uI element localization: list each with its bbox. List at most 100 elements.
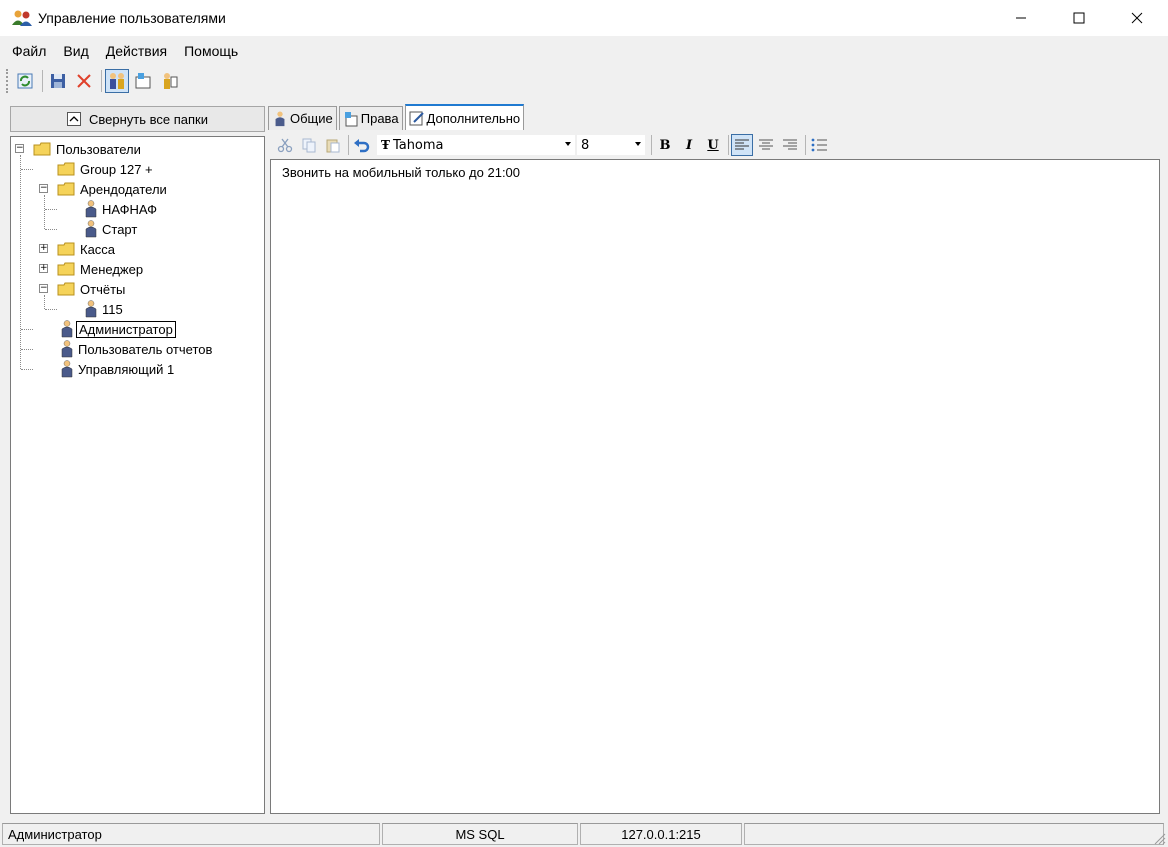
folder-icon [57,242,75,256]
underline-button[interactable]: U [702,134,724,156]
bold-button[interactable]: B [654,134,676,156]
tree-line [21,329,33,330]
toolbar-grip[interactable] [6,69,9,93]
tab-general[interactable]: Общие [268,106,337,130]
resize-grip-icon[interactable] [1152,831,1166,845]
status-current-user: Администратор [2,823,380,845]
notes-editor[interactable]: Звонить на мобильный только до 21:00 [270,159,1160,814]
toolbar-separator [728,135,729,155]
format-toolbar: Ŧ Tahoma 8 B I U [270,131,1160,159]
tree-line [21,169,33,170]
status-bar: Администратор MS SQL 127.0.0.1:215 [0,821,1168,847]
new-user-icon [164,73,178,89]
status-server: 127.0.0.1:215 [580,823,742,845]
chevron-down-icon [635,142,641,146]
user-icon [61,360,73,378]
close-button[interactable] [1108,0,1166,36]
save-button[interactable] [46,69,70,93]
delete-icon [77,74,91,88]
tree-node-otchety[interactable]: Отчёты [57,280,127,298]
new-group-button[interactable] [131,69,155,93]
align-left-button[interactable] [731,134,753,156]
tab-additional[interactable]: Дополнительно [404,104,525,130]
tree-node-menedzher[interactable]: Менеджер [57,260,145,278]
menu-file[interactable]: Файл [0,40,54,62]
tab-label: Общие [290,111,333,126]
title-bar: Управление пользователями [0,0,1168,36]
tree-node-arendodateli[interactable]: Арендодатели [57,180,169,198]
tree-node-report-user[interactable]: Пользователь отчетов [61,340,214,358]
menu-bar: Файл Вид Действия Помощь [0,40,1168,62]
paste-icon [326,139,340,153]
tab-label: Дополнительно [426,110,521,126]
new-user-button[interactable] [157,69,181,93]
tree-node-start[interactable]: Старт [85,220,139,238]
italic-button[interactable]: I [678,134,700,156]
tree-node-115[interactable]: 115 [85,300,125,318]
tree-line [44,195,45,229]
delete-button[interactable] [72,69,96,93]
paste-button[interactable] [322,134,344,156]
copy-button[interactable] [298,134,320,156]
bullet-list-button[interactable] [808,134,830,156]
menu-help[interactable]: Помощь [175,40,246,62]
refresh-button[interactable] [13,69,37,93]
tree-node-label: Пользователи [56,141,141,157]
tree-node-users-root[interactable]: Пользователи [33,140,143,158]
users-view-button[interactable] [105,69,129,93]
status-database: MS SQL [382,823,578,845]
expand-toggle[interactable]: + [39,244,48,253]
folder-icon [57,182,75,196]
scissors-icon [277,138,293,153]
users-app-icon [12,10,32,26]
minimize-icon [1016,17,1026,19]
bold-label: B [659,137,671,153]
user-icon [275,110,285,126]
collapse-toggle[interactable]: − [39,184,48,193]
font-name-select[interactable]: Ŧ Tahoma [377,135,575,155]
align-left-icon [735,139,749,150]
font-size-select[interactable]: 8 [577,135,645,155]
tree-node-label: Администратор [76,320,176,338]
tree-line [45,309,57,310]
menu-actions[interactable]: Действия [97,40,175,62]
folder-icon [57,262,75,276]
folder-icon [57,162,75,176]
cut-button[interactable] [274,134,296,156]
tree-node-label: НАФНАФ [102,201,158,217]
collapse-toggle[interactable]: − [15,144,24,153]
user-tabs: Общие Права Дополнительно [268,104,526,130]
tree-line [21,349,33,350]
tree-node-nafnaf[interactable]: НАФНАФ [85,200,159,218]
tree-node-label: Арендодатели [80,181,167,197]
user-icon [61,320,73,338]
main-toolbar [6,66,183,96]
chevron-up-icon [67,112,81,126]
tree-node-admin[interactable]: Администратор [61,320,176,338]
tree-node-kassa[interactable]: Касса [57,240,117,258]
tree-node-manager1[interactable]: Управляющий 1 [61,360,176,378]
minimize-button[interactable] [992,0,1050,36]
align-right-button[interactable] [779,134,801,156]
toolbar-separator [805,135,806,155]
undo-button[interactable] [351,134,373,156]
tree-node-label: Касса [80,241,116,257]
menu-view[interactable]: Вид [54,40,96,62]
align-right-icon [783,139,797,150]
collapse-all-folders-button[interactable]: Свернуть все папки [10,106,265,132]
font-name-value: Tahoma [392,137,444,153]
bullet-list-icon [811,138,827,152]
tab-label: Права [360,111,399,126]
collapse-toggle[interactable]: − [39,284,48,293]
expand-toggle[interactable]: + [39,264,48,273]
tree-node-group127[interactable]: Group 127 + [57,160,155,178]
maximize-button[interactable] [1050,0,1108,36]
align-center-button[interactable] [755,134,777,156]
users-tree[interactable]: − − + + − Пользователи Group 127 + Аренд… [10,136,265,814]
new-folder-icon [135,73,151,89]
tree-node-label: Старт [102,221,138,237]
tab-rights[interactable]: Права [338,106,403,130]
users-icon [110,73,124,89]
status-empty [744,823,1164,845]
undo-icon [354,139,370,153]
